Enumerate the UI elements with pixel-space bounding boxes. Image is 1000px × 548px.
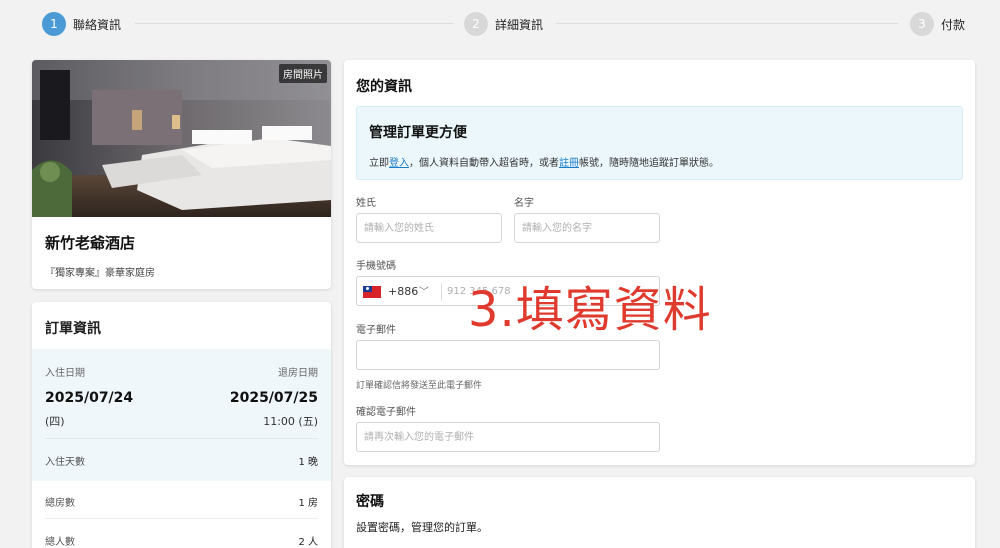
contact-info-card: 您的資訊 管理訂單更方便 立即登入，個人資料自動帶入超省時，或者註冊帳號，隨時隨… [344,60,975,465]
promo-middle: ，個人資料自動帶入超省時，或者 [409,158,559,169]
checkout-date: 2025/07/25 [229,390,318,406]
first-name-input[interactable] [514,213,660,243]
country-code[interactable]: +886 [388,285,418,298]
step-payment: 3 付款 [910,12,965,36]
login-promo-banner: 管理訂單更方便 立即登入，個人資料自動帶入超省時，或者註冊帳號，隨時隨地追蹤訂單… [356,106,963,180]
step-label: 聯絡資訊 [73,17,122,32]
step-connector [556,23,898,24]
promo-suffix: 帳號，隨時隨地追蹤訂單狀態。 [579,158,719,169]
step-label: 付款 [941,17,966,32]
step-number: 3 [910,12,934,36]
stay-dates-panel: 入住日期 退房日期 2025/07/24 2025/07/25 (四) 11:0… [32,349,331,481]
email-note: 訂單確認信將發送至此電子郵件 [356,381,483,391]
taiwan-flag-icon[interactable] [363,286,381,298]
email-label: 電子郵件 [356,325,396,336]
contact-info-title: 您的資訊 [356,79,412,95]
step-contact-info: 1 聯絡資訊 [42,12,121,36]
step-details: 2 詳細資訊 [464,12,543,36]
checkin-weekday: (四) [45,415,65,428]
hotel-summary-card: 房間照片 新竹老爺酒店 『獨家專案』豪華家庭房 [32,60,331,289]
step-number: 1 [42,12,66,36]
phone-label: 手機號碼 [356,261,396,272]
rooms-label: 總房數 [45,498,75,509]
divider [45,438,318,439]
guests-label: 總人數 [45,537,75,548]
promo-prefix: 立即 [369,158,389,169]
step-connector [135,23,453,24]
hotel-name: 新竹老爺酒店 [45,234,136,252]
password-desc: 設置密碼，管理您的訂單。 [356,521,488,534]
chevron-down-icon[interactable]: ﹀ [419,283,429,298]
promo-title: 管理訂單更方便 [369,125,467,141]
promo-text: 立即登入，個人資料自動帶入超省時，或者註冊帳號，隨時隨地追蹤訂單狀態。 [369,154,719,169]
order-info-card: 訂單資訊 入住日期 退房日期 2025/07/24 2025/07/25 (四)… [32,302,331,548]
checkout-label: 退房日期 [278,368,318,379]
guests-value: 2 人 [298,537,318,548]
checkout-stepper: 1 聯絡資訊 2 詳細資訊 3 付款 [0,0,1000,48]
checkout-time: 11:00 (五) [263,415,318,428]
nights-label: 入住天數 [45,457,85,468]
step-label: 詳細資訊 [495,17,544,32]
hotel-room-photo[interactable] [32,60,331,217]
step-annotation-overlay: 3.填寫資料 [468,282,712,338]
email-input[interactable] [356,340,660,370]
divider [45,518,318,519]
order-info-title: 訂單資訊 [45,321,101,337]
step-number: 2 [464,12,488,36]
rooms-value: 1 房 [298,498,318,509]
confirm-email-label: 確認電子郵件 [356,407,416,418]
room-photo-badge[interactable]: 房間照片 [279,64,327,83]
login-link[interactable]: 登入 [389,158,409,169]
confirm-email-input[interactable] [356,422,660,452]
checkin-date: 2025/07/24 [45,390,134,406]
divider [441,283,442,301]
room-type: 『獨家專案』豪華家庭房 [45,268,155,279]
last-name-label: 姓氏 [356,198,376,209]
password-title: 密碼 [356,494,384,510]
last-name-input[interactable] [356,213,502,243]
nights-value: 1 晚 [298,457,318,468]
checkin-label: 入住日期 [45,368,85,379]
password-card: 密碼 設置密碼，管理您的訂單。 [344,477,975,548]
register-link[interactable]: 註冊 [559,158,579,169]
first-name-label: 名字 [514,198,534,209]
